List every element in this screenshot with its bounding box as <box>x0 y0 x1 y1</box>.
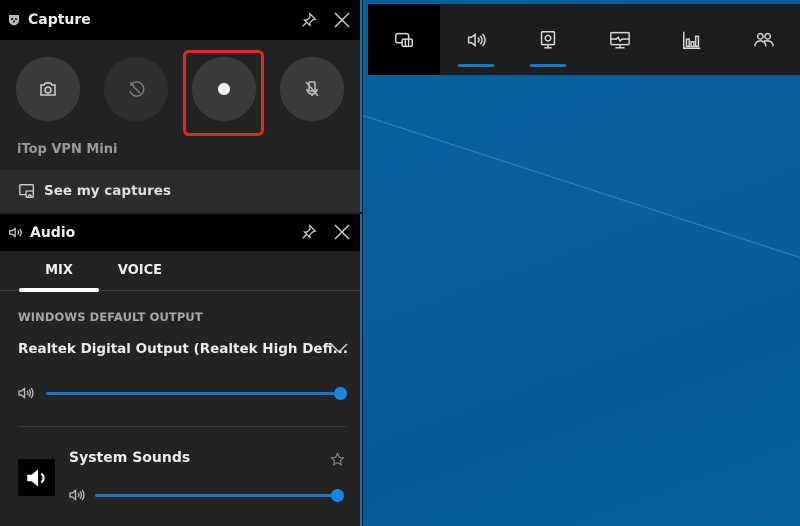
volume-icon <box>18 387 34 399</box>
capture-widget-button[interactable] <box>512 4 584 75</box>
output-device-dropdown[interactable]: Realtek Digital Output (Realtek High Def… <box>18 336 348 362</box>
audio-widget-button[interactable] <box>440 4 512 75</box>
capture-header[interactable]: Capture <box>0 0 360 40</box>
master-volume-slider[interactable] <box>46 386 347 400</box>
audio-header[interactable]: Audio <box>0 214 360 251</box>
audio-title: Audio <box>30 224 76 241</box>
speaker-app-icon <box>26 468 45 487</box>
widget-menu-icon <box>395 32 413 47</box>
see-my-captures-label: See my captures <box>44 183 171 199</box>
close-icon[interactable] <box>332 222 352 242</box>
performance-widget-button[interactable] <box>584 4 656 75</box>
widget-menu-button[interactable] <box>368 4 440 75</box>
camera-icon <box>40 82 56 96</box>
capture-body: iTop VPN Mini <box>0 40 360 170</box>
system-sounds-volume-thumb[interactable] <box>331 488 344 502</box>
master-volume-row <box>18 386 347 400</box>
divider <box>18 426 346 427</box>
system-sounds-volume-row <box>69 488 344 502</box>
close-icon[interactable] <box>332 10 352 30</box>
resources-widget-button[interactable] <box>656 4 728 75</box>
capture-title: Capture <box>28 12 91 28</box>
pin-icon[interactable] <box>300 11 318 29</box>
wallpaper-light-beam <box>363 115 800 277</box>
pin-icon[interactable] <box>300 223 318 241</box>
mic-off-icon <box>305 81 319 97</box>
volume-icon <box>69 489 85 501</box>
audio-tabs: MIX VOICE <box>0 251 360 292</box>
record-last-30s-button[interactable] <box>104 57 168 121</box>
gallery-icon <box>19 184 34 198</box>
active-tab-indicator <box>19 287 99 292</box>
monitor-graph-icon <box>610 31 630 49</box>
replay-disabled-icon <box>129 81 145 97</box>
tab-voice-label: VOICE <box>117 263 163 278</box>
people-icon <box>754 32 774 46</box>
xbox-shield-icon <box>8 14 20 26</box>
default-output-label: WINDOWS DEFAULT OUTPUT <box>18 310 203 324</box>
chevron-down-icon <box>330 343 348 354</box>
screenshot-button[interactable] <box>16 57 80 121</box>
audio-widget: Audio MIX VOICE WINDOWS DEFAULT OUTPUT R… <box>0 214 362 526</box>
social-widget-button[interactable] <box>728 4 800 75</box>
record-dot-icon <box>218 83 230 95</box>
current-app-name: iTop VPN Mini <box>17 142 118 157</box>
capture-widget: Capture iTop VPN Mini See my captures <box>0 0 362 212</box>
tab-voice[interactable]: VOICE <box>100 251 180 291</box>
game-bar-top <box>368 4 800 75</box>
bar-chart-icon <box>683 31 701 49</box>
mic-toggle-button[interactable] <box>280 57 344 121</box>
output-device-value: Realtek Digital Output (Realtek High Def… <box>18 341 348 357</box>
system-sounds-volume-slider[interactable] <box>95 488 344 502</box>
webcam-icon <box>540 30 556 49</box>
start-recording-button[interactable] <box>192 57 256 121</box>
active-indicator <box>530 64 566 67</box>
active-indicator <box>458 64 494 67</box>
system-sounds-label: System Sounds <box>69 450 191 466</box>
system-sounds-app-icon <box>18 459 55 496</box>
tab-mix-label: MIX <box>45 263 73 278</box>
speaker-icon <box>467 32 486 47</box>
favorite-star-icon[interactable] <box>330 452 345 467</box>
tab-mix[interactable]: MIX <box>19 251 99 292</box>
see-my-captures-link[interactable]: See my captures <box>0 170 360 212</box>
desktop-background <box>363 0 800 526</box>
master-volume-thumb[interactable] <box>334 386 347 400</box>
speaker-header-icon <box>8 226 24 239</box>
